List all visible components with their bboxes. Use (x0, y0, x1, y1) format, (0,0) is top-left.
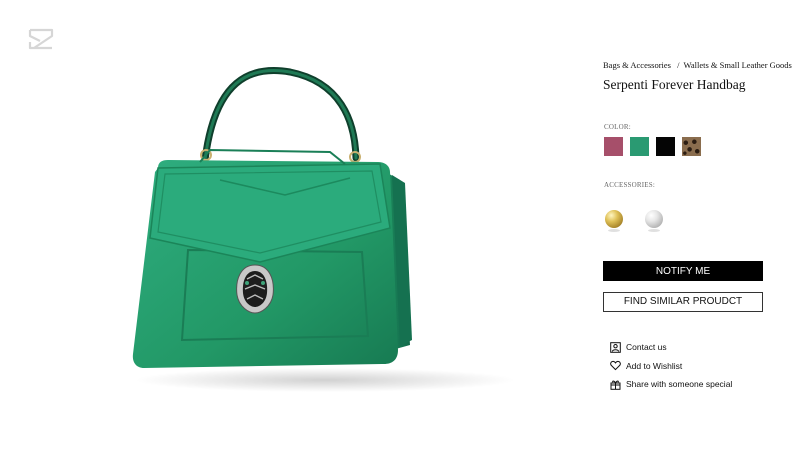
notify-me-button[interactable]: NOTIFY ME (603, 261, 763, 281)
gift-share-icon (610, 380, 621, 390)
accessory-options (605, 210, 663, 232)
find-similar-button[interactable]: FIND SIMILAR PROUDCT (603, 292, 763, 312)
heart-icon (610, 361, 621, 371)
color-swatches (604, 137, 701, 156)
handbag-image (100, 50, 550, 410)
share-link[interactable]: Share with someone special (610, 375, 732, 394)
add-to-wishlist-label: Add to Wishlist (626, 360, 683, 371)
silver-ball-icon[interactable] (645, 210, 663, 232)
product-info-panel: Bags & Accessories / Wallets & Small Lea… (603, 0, 792, 450)
color-swatch-emerald[interactable] (630, 137, 649, 156)
contact-us-label: Contact us (626, 342, 667, 353)
accessories-label: ACCESSORIES: (604, 181, 656, 189)
add-to-wishlist-link[interactable]: Add to Wishlist (610, 357, 732, 376)
product-title: Serpenti Forever Handbag (603, 77, 746, 92)
color-swatch-rose[interactable] (604, 137, 623, 156)
action-links: Contact us Add to Wishlist Share with so… (610, 338, 732, 394)
contact-card-icon (610, 341, 621, 353)
color-swatch-leopard[interactable] (682, 137, 701, 156)
breadcrumb-item-bags[interactable]: Bags & Accessories (603, 60, 671, 70)
breadcrumb: Bags & Accessories / Wallets & Small Lea… (603, 60, 792, 70)
brand-logo-icon[interactable] (28, 28, 54, 50)
contact-us-link[interactable]: Contact us (610, 338, 732, 357)
color-label: COLOR: (604, 123, 631, 131)
breadcrumb-separator: / (677, 60, 680, 70)
share-label: Share with someone special (626, 379, 733, 390)
breadcrumb-item-wallets[interactable]: Wallets & Small Leather Goods (683, 60, 791, 70)
gold-ball-icon[interactable] (605, 210, 623, 232)
color-swatch-black[interactable] (656, 137, 675, 156)
